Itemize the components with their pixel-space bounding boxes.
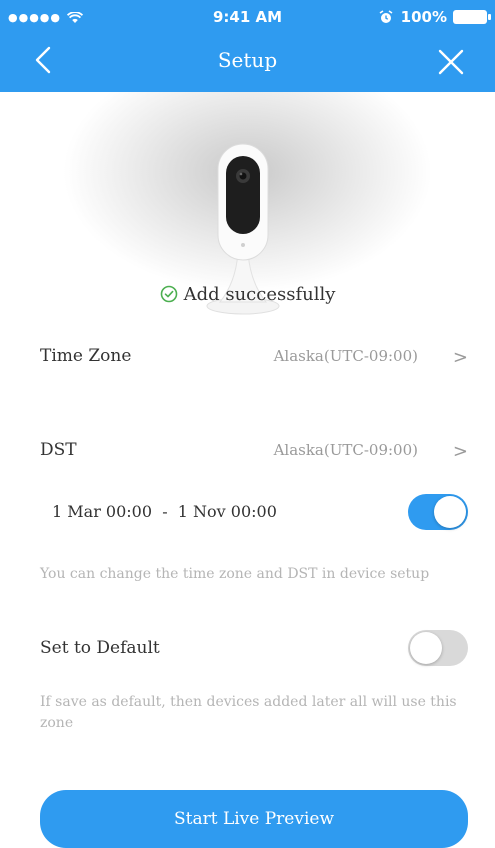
set-default-label: Set to Default bbox=[40, 638, 160, 658]
header-bar: ●●●●● 9:41 AM 100% Setup bbox=[0, 0, 495, 92]
status-bar: ●●●●● 9:41 AM 100% bbox=[0, 0, 495, 36]
toggle-knob bbox=[410, 632, 442, 664]
battery-percent: 100% bbox=[400, 8, 447, 26]
chevron-right-icon: > bbox=[452, 347, 468, 368]
dst-range-label: 1 Mar 00:00 - 1 Nov 00:00 bbox=[52, 502, 277, 521]
alarm-clock-icon bbox=[379, 10, 393, 23]
chevron-right-icon: > bbox=[452, 441, 468, 462]
time-zone-label: Time Zone bbox=[40, 346, 132, 366]
device-hero bbox=[0, 92, 495, 315]
success-message: Add successfully bbox=[0, 284, 495, 305]
dst-toggle[interactable] bbox=[408, 494, 468, 530]
set-default-row: Set to Default bbox=[40, 634, 470, 664]
close-button[interactable] bbox=[431, 42, 471, 82]
battery-indicator: 100% bbox=[379, 8, 491, 26]
set-default-hint: If save as default, then devices added l… bbox=[40, 694, 457, 731]
check-circle-icon bbox=[160, 285, 177, 303]
battery-icon bbox=[453, 10, 491, 24]
dst-value: Alaska(UTC-09:00) bbox=[273, 441, 418, 459]
page-title: Setup bbox=[217, 48, 278, 72]
time-zone-value: Alaska(UTC-09:00) bbox=[273, 347, 418, 365]
toggle-knob bbox=[434, 496, 466, 528]
set-default-toggle[interactable] bbox=[408, 630, 468, 666]
success-text: Add successfully bbox=[183, 284, 336, 305]
start-live-preview-button[interactable]: Start Live Preview bbox=[40, 790, 468, 848]
time-zone-hint: You can change the time zone and DST in … bbox=[40, 566, 430, 582]
close-icon bbox=[438, 49, 464, 75]
dst-label: DST bbox=[40, 440, 77, 460]
nav-bar: Setup bbox=[0, 36, 495, 92]
dst-row[interactable]: DST Alaska(UTC-09:00) > bbox=[40, 436, 470, 466]
time-zone-row[interactable]: Time Zone Alaska(UTC-09:00) > bbox=[40, 342, 470, 372]
